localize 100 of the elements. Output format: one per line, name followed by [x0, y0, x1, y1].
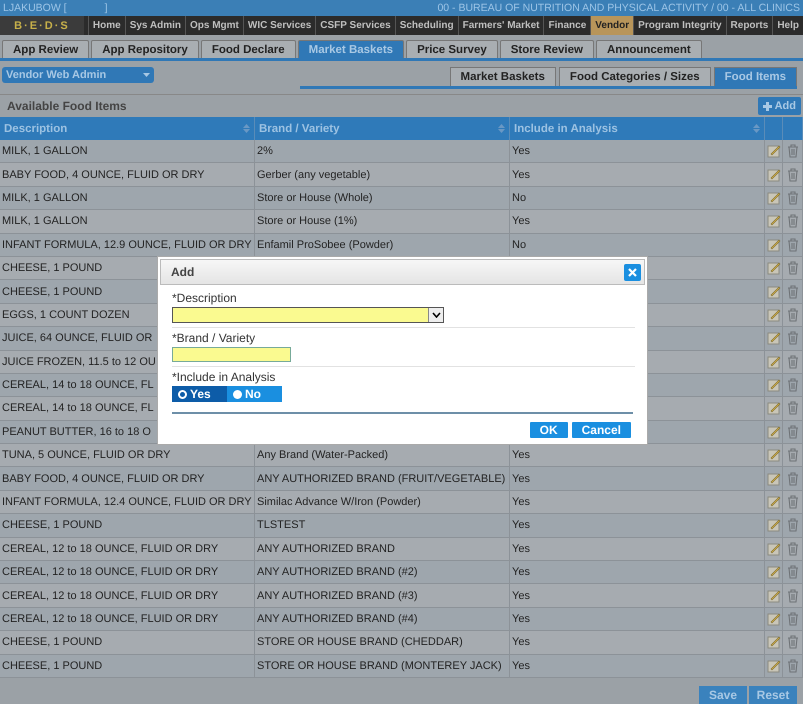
edit-icon[interactable]: [766, 284, 780, 299]
table-row[interactable]: CEREAL, 12 to 18 OUNCE, FLUID OR DRY ANY AUTHORIZED BRAND (#4) Yes: [0, 608, 803, 632]
table-row[interactable]: TUNA, 5 OUNCE, FLUID OR DRY Any Brand (Water-Packed) Yes: [0, 444, 803, 468]
edit-icon[interactable]: [766, 331, 780, 346]
edit-icon[interactable]: [766, 308, 780, 322]
trash-icon[interactable]: [786, 424, 798, 439]
table-row[interactable]: INFANT FORMULA, 12.4 OUNCE, FLUID OR DRY Similac Advance W/Iron (Powder) Yes: [0, 490, 803, 514]
table-cell: CHEESE, 1 POUND: [2, 660, 102, 672]
trash-icon[interactable]: [786, 588, 798, 603]
plus-icon: [762, 102, 772, 110]
table-cell: BABY FOOD, 4 OUNCE, FLUID OR DRY: [2, 168, 205, 181]
table-row[interactable]: BABY FOOD, 4 OUNCE, FLUID OR DRY Gerber (any vegetable) Yes: [0, 163, 803, 187]
table-cell: Gerber (any vegetable): [257, 168, 370, 181]
trash-icon[interactable]: [786, 144, 798, 158]
trash-icon[interactable]: [786, 495, 798, 510]
tab[interactable]: Store Review: [500, 40, 594, 58]
sort-icon: [498, 124, 505, 133]
trash-icon[interactable]: [786, 565, 798, 580]
table-cell: ANY AUTHORIZED BRAND (#2): [257, 566, 418, 578]
logo[interactable]: B·E·D·S: [0, 16, 84, 35]
radio-toggle[interactable]: No: [227, 386, 282, 402]
table-row[interactable]: CEREAL, 12 to 18 OUNCE, FLUID OR DRY ANY AUTHORIZED BRAND (#3) Yes: [0, 584, 803, 608]
edit-icon[interactable]: [766, 518, 780, 532]
nav-menu-item[interactable]: Vendor: [590, 16, 634, 35]
edit-icon[interactable]: [766, 261, 780, 276]
trash-icon[interactable]: [786, 542, 798, 556]
table-cell: MILK, 1 GALLON: [2, 192, 88, 204]
table-cell: ANY AUTHORIZED BRAND (FRUIT/VEGETABLE): [257, 472, 506, 485]
edit-icon[interactable]: [766, 658, 780, 673]
trash-icon[interactable]: [786, 518, 798, 532]
table-row[interactable]: BABY FOOD, 4 OUNCE, FLUID OR DRY ANY AUTHORIZED BRAND (FRUIT/VEGETABLE) Yes: [0, 467, 803, 491]
edit-icon[interactable]: [766, 495, 780, 510]
trash-icon[interactable]: [786, 401, 798, 416]
edit-icon[interactable]: [766, 565, 780, 580]
sub-tab[interactable]: Food Categories / Sizes: [558, 67, 711, 86]
tab[interactable]: Food Declare: [200, 40, 296, 58]
dialog-button[interactable]: Cancel: [572, 422, 631, 438]
table-row[interactable]: MILK, 1 GALLON Store or House (Whole) No: [0, 186, 803, 210]
table-cell: CEREAL, 12 to 18 OUNCE, FLUID OR DRY: [2, 590, 218, 602]
table-row[interactable]: CEREAL, 12 to 18 OUNCE, FLUID OR DRY ANY AUTHORIZED BRAND Yes: [0, 538, 803, 562]
edit-icon[interactable]: [766, 588, 780, 603]
table-cell: Any Brand (Water-Packed): [257, 449, 388, 462]
trash-icon[interactable]: [786, 448, 798, 462]
table-row[interactable]: CHEESE, 1 POUND TLSTEST Yes: [0, 514, 803, 538]
user-name: LJAKUBOW [: [3, 2, 67, 14]
table-cell: ANY AUTHORIZED BRAND (#3): [257, 590, 418, 602]
edit-icon[interactable]: [766, 214, 780, 228]
table-cell: 2%: [257, 145, 273, 158]
table-cell: CEREAL, 14 to 18 OUNCE, FL: [2, 402, 154, 414]
edit-icon[interactable]: [766, 424, 780, 439]
tab[interactable]: App Review: [2, 40, 90, 58]
table-row[interactable]: CHEESE, 1 POUND STORE OR HOUSE BRAND (CHEDDAR) Yes: [0, 631, 803, 655]
edit-icon[interactable]: [766, 542, 780, 556]
edit-icon[interactable]: [766, 238, 780, 252]
table-cell: CEREAL, 12 to 18 OUNCE, FLUID OR DRY: [2, 566, 218, 578]
description-dropdown[interactable]: [172, 307, 444, 323]
table-cell: Yes: [512, 496, 530, 508]
edit-icon[interactable]: [766, 144, 780, 158]
trash-icon[interactable]: [786, 658, 798, 673]
chevron-icon: [432, 312, 440, 318]
trash-icon[interactable]: [786, 168, 798, 182]
edit-icon[interactable]: [766, 168, 780, 182]
table-row[interactable]: INFANT FORMULA, 12.9 OUNCE, FLUID OR DRY Enfamil ProSobee (Powder) No: [0, 234, 803, 257]
radio-toggle[interactable]: Yes: [172, 386, 227, 402]
brand-input-field[interactable]: [172, 347, 291, 362]
close-icon: [628, 268, 637, 276]
edit-icon[interactable]: [766, 612, 780, 626]
trash-icon[interactable]: [786, 190, 798, 205]
close-button[interactable]: [624, 264, 641, 280]
edit-icon[interactable]: [766, 472, 780, 486]
edit-icon[interactable]: [766, 635, 780, 650]
edit-icon[interactable]: [766, 378, 780, 392]
sub-tab[interactable]: Market Baskets: [450, 67, 556, 86]
tab[interactable]: Price Survey: [406, 40, 498, 58]
table-row[interactable]: CHEESE, 1 POUND STORE OR HOUSE BRAND (MONTEREY JACK) Yes: [0, 654, 803, 678]
table-row[interactable]: CEREAL, 12 to 18 OUNCE, FLUID OR DRY ANY AUTHORIZED BRAND (#2) Yes: [0, 561, 803, 584]
trash-icon[interactable]: [786, 354, 798, 369]
dialog-button[interactable]: OK: [530, 422, 568, 438]
trash-icon[interactable]: [786, 284, 798, 299]
trash-icon[interactable]: [786, 331, 798, 346]
edit-icon[interactable]: [766, 354, 780, 369]
table-cell: Enfamil ProSobee (Powder): [257, 238, 394, 251]
trash-icon[interactable]: [786, 261, 798, 276]
table-cell: CEREAL, 12 to 18 OUNCE, FLUID OR DRY: [2, 613, 218, 625]
trash-icon[interactable]: [786, 238, 798, 252]
table-cell: CEREAL, 14 to 18 OUNCE, FL: [2, 379, 154, 392]
tab[interactable]: Announcement: [596, 40, 702, 58]
trash-icon[interactable]: [786, 214, 798, 228]
edit-icon[interactable]: [766, 190, 780, 205]
trash-icon[interactable]: [786, 378, 798, 392]
trash-icon[interactable]: [786, 472, 798, 486]
trash-icon[interactable]: [786, 308, 798, 322]
table-row[interactable]: MILK, 1 GALLON Store or House (1%) Yes: [0, 210, 803, 234]
trash-icon[interactable]: [786, 612, 798, 626]
tab[interactable]: App Repository: [91, 40, 199, 58]
trash-icon[interactable]: [786, 635, 798, 650]
edit-icon[interactable]: [766, 448, 780, 462]
table-cell: Yes: [512, 215, 530, 228]
edit-icon[interactable]: [766, 401, 780, 416]
table-row[interactable]: MILK, 1 GALLON 2% Yes: [0, 140, 803, 164]
